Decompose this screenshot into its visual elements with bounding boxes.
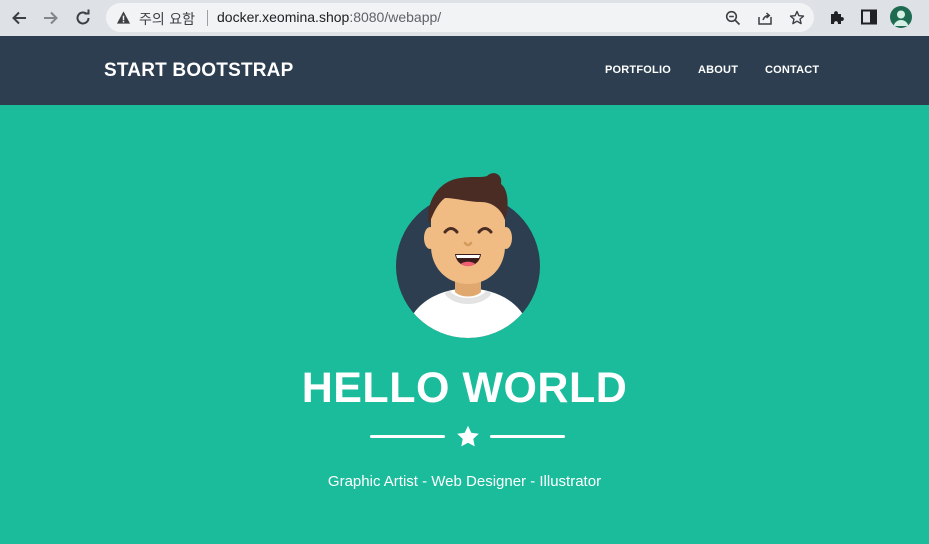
profile-button[interactable] — [890, 6, 912, 28]
reload-icon — [76, 9, 90, 25]
extensions-button[interactable] — [827, 7, 847, 27]
star-icon — [789, 10, 805, 25]
masthead-subtitle: Graphic Artist - Web Designer - Illustra… — [327, 473, 602, 490]
url-host: docker.xeomina.shop — [217, 9, 350, 25]
nav-link-about[interactable]: ABOUT — [698, 64, 738, 76]
arrow-left-icon — [12, 11, 26, 25]
star-icon — [457, 425, 479, 447]
share-icon — [758, 12, 772, 25]
site-navbar: START BOOTSTRAP PORTFOLIO ABOUT CONTACT — [0, 36, 929, 105]
divider-star — [456, 425, 480, 453]
puzzle-icon — [831, 11, 844, 24]
share-button[interactable] — [756, 9, 774, 27]
forward-button[interactable] — [39, 6, 63, 30]
nav-link-contact[interactable]: CONTACT — [765, 64, 819, 76]
masthead-avatar — [395, 168, 541, 340]
zoom-button[interactable] — [724, 9, 742, 27]
security-warning-label[interactable]: 주의 요함 — [139, 9, 195, 29]
address-separator — [207, 10, 208, 26]
masthead-title: HELLO WORLD — [301, 364, 628, 412]
bookmark-button[interactable] — [788, 9, 806, 27]
divider-line-right — [490, 435, 565, 438]
url-text[interactable]: docker.xeomina.shop:8080/webapp/ — [217, 9, 441, 25]
warning-icon — [116, 11, 131, 24]
nav-link-portfolio[interactable]: PORTFOLIO — [605, 64, 671, 76]
url-path: :8080/webapp/ — [349, 9, 442, 25]
zoom-icon — [725, 10, 741, 26]
arrow-right-icon — [44, 11, 58, 25]
profile-avatar-icon — [893, 10, 909, 26]
smiling-man-avatar — [396, 173, 540, 338]
address-bar[interactable]: 주의 요함 docker.xeomina.shop:8080/webapp/ — [106, 3, 814, 32]
browser-toolbar: 주의 요함 docker.xeomina.shop:8080/webapp/ — [0, 0, 929, 36]
side-panel-icon — [861, 9, 877, 25]
reload-button[interactable] — [71, 6, 95, 30]
side-panel-button[interactable] — [859, 7, 879, 27]
brand-link[interactable]: START BOOTSTRAP — [104, 60, 293, 82]
back-button[interactable] — [7, 6, 31, 30]
divider-line-left — [370, 435, 445, 438]
